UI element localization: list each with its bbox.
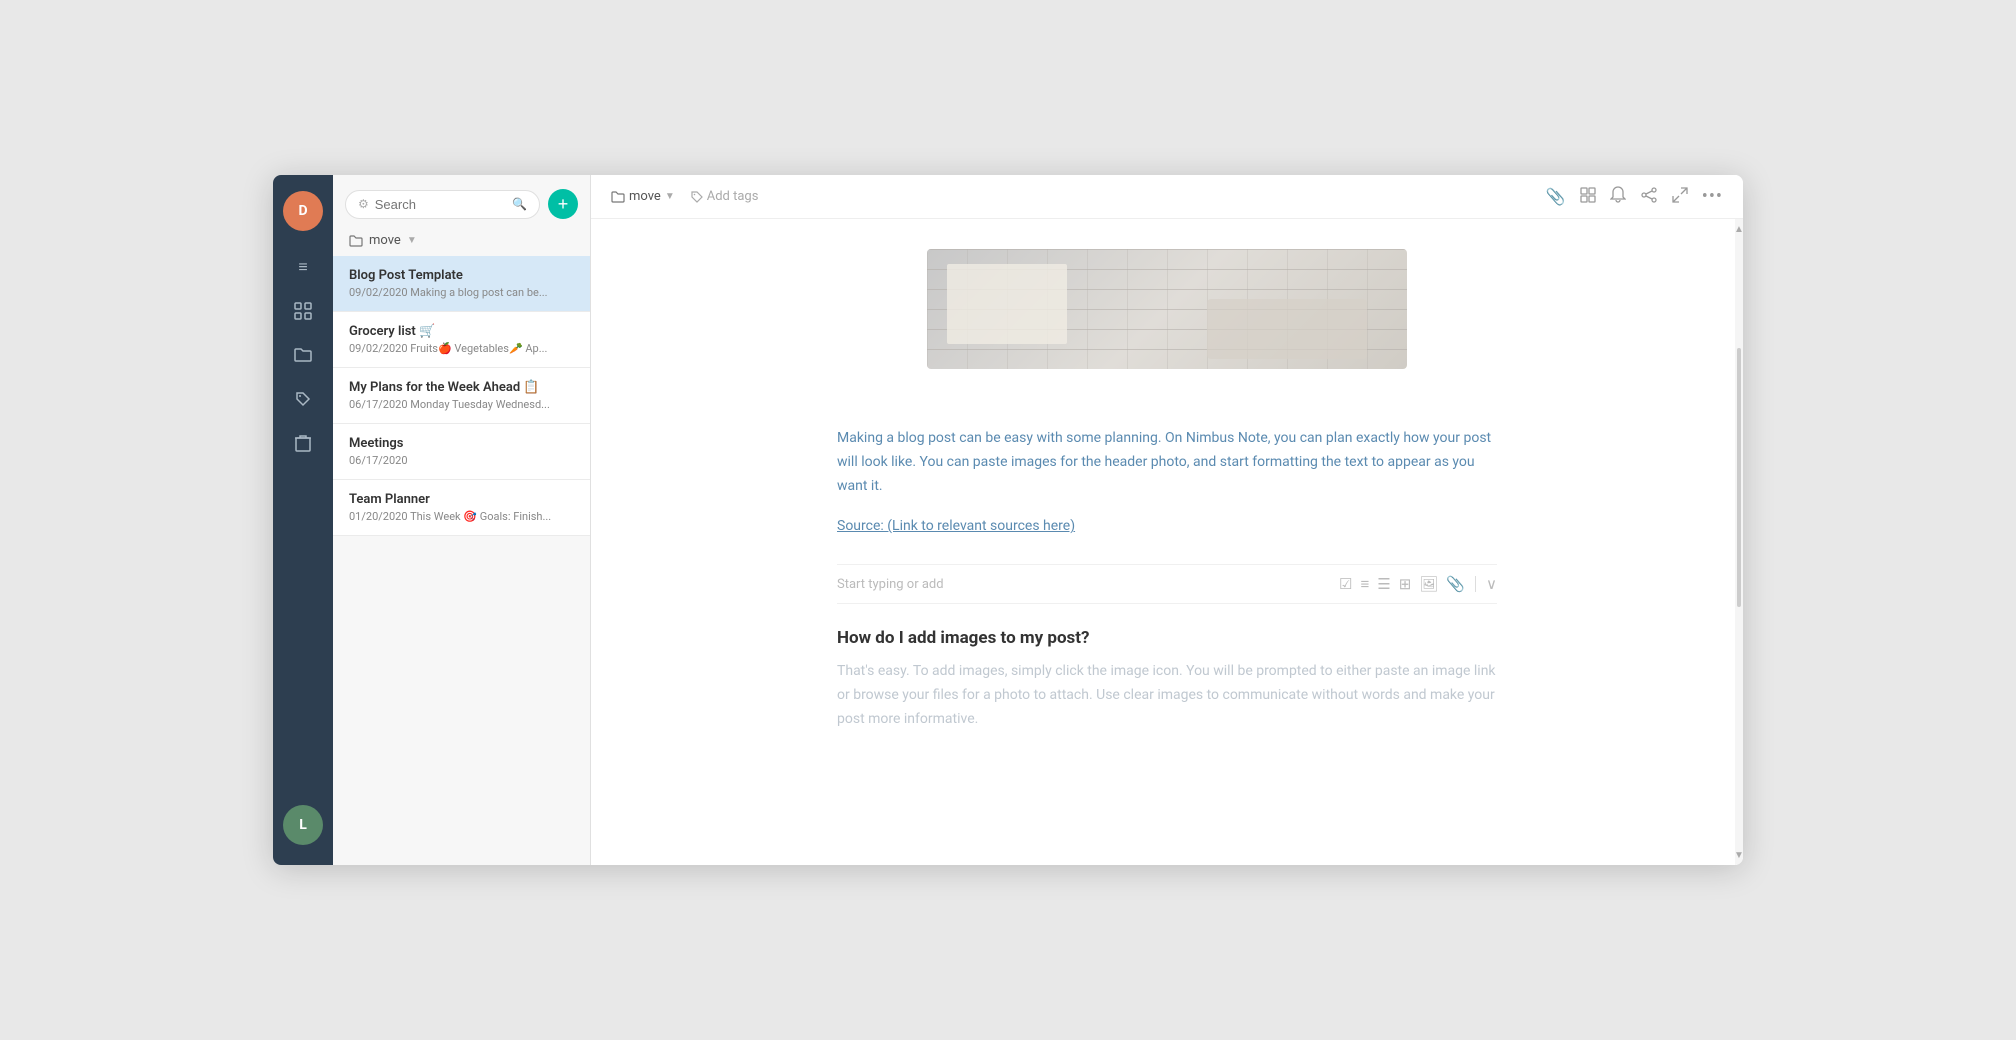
toolbar-right: 📎 [1546,186,1723,208]
user-avatar-top[interactable]: D [283,191,323,231]
folder-name-label: move [369,233,401,248]
folder-icon[interactable] [283,335,323,375]
search-icon: 🔍 [512,197,527,211]
breadcrumb-folder-name: move [629,189,661,204]
editor-header-image [927,249,1407,369]
tag-icon[interactable] [283,379,323,419]
scroll-up-arrow[interactable]: ▲ [1735,219,1743,239]
attach-icon[interactable]: 📎 [1546,187,1566,206]
more-icon[interactable]: ∨ [1486,575,1497,593]
trash-icon[interactable] [283,423,323,463]
chevron-down-icon: ▼ [407,235,417,246]
note-meta: 06/17/2020 [349,454,574,467]
editor-input-row[interactable]: Start typing or add ☑ ≡ ☰ ⊞ 🖼 📎 ∨ [837,564,1497,604]
editor-source-link[interactable]: Source: (Link to relevant sources here) [837,518,1497,534]
grid-view-icon[interactable] [1580,187,1596,207]
add-note-button[interactable]: + [548,189,578,219]
notes-header: ⚙ 🔍 + [333,175,590,227]
note-item-meetings[interactable]: Meetings 06/17/2020 [333,424,590,480]
editor-paragraph: Making a blog post can be easy with some… [837,427,1497,498]
expand-icon[interactable] [1672,187,1688,207]
more-options-icon[interactable]: ••• [1702,186,1723,207]
editor-body: Making a blog post can be easy with some… [837,427,1497,732]
folder-label[interactable]: move ▼ [333,227,590,256]
attachment-icon[interactable]: 📎 [1446,575,1465,593]
note-meta: 09/02/2020 Making a blog post can be... [349,286,574,299]
note-title: Blog Post Template [349,268,574,283]
share-icon[interactable] [1640,187,1658,207]
note-meta: 01/20/2020 This Week 🎯 Goals: Finish... [349,510,574,523]
toolbar-left: move ▼ Add tags [611,185,1536,208]
note-meta: 09/02/2020 Fruits🍎 Vegetables🥕 Ap... [349,342,574,355]
image-icon[interactable]: 🖼 [1419,575,1438,593]
bell-icon[interactable] [1610,186,1626,208]
note-meta: 06/17/2020 Monday Tuesday Wednesd... [349,398,574,411]
menu-icon[interactable]: ≡ [283,247,323,287]
add-tags-label: Add tags [707,189,759,204]
notes-list: Blog Post Template 09/02/2020 Making a b… [333,256,590,865]
toolbar-divider [1475,576,1476,592]
add-tags-button[interactable]: Add tags [683,185,767,208]
scrollbar-thumb[interactable] [1737,348,1741,606]
note-item-blog-post[interactable]: Blog Post Template 09/02/2020 Making a b… [333,256,590,312]
editor-heading: How do I add images to my post? [837,628,1497,648]
main-content: move ▼ Add tags 📎 [591,175,1743,865]
breadcrumb-folder[interactable]: move ▼ [611,189,675,204]
bullet-list-icon[interactable]: ☰ [1377,575,1390,593]
note-title: Grocery list 🛒 [349,324,574,339]
note-item-my-plans[interactable]: My Plans for the Week Ahead 📋 06/17/2020… [333,368,590,424]
editor-placeholder[interactable]: Start typing or add [837,577,1331,592]
note-title: Team Planner [349,492,574,507]
editor-toolbar-icons: ☑ ≡ ☰ ⊞ 🖼 📎 ∨ [1339,575,1497,593]
breadcrumb-chevron-icon: ▼ [665,191,675,202]
note-item-team-planner[interactable]: Team Planner 01/20/2020 This Week 🎯 Goal… [333,480,590,536]
ordered-list-icon[interactable]: ≡ [1360,575,1369,593]
notes-panel: ⚙ 🔍 + move ▼ Blog Post Template 09/02/20… [333,175,591,865]
search-bar[interactable]: ⚙ 🔍 [345,190,540,219]
scroll-down-arrow[interactable]: ▼ [1735,845,1743,865]
sidebar-icons: D ≡ [273,175,333,865]
filter-icon: ⚙ [358,197,369,211]
user-avatar-bottom[interactable]: L [283,805,323,845]
search-input[interactable] [375,197,506,212]
scrollbar-track[interactable]: ▲ ▼ [1735,219,1743,865]
note-title: Meetings [349,436,574,451]
main-toolbar: move ▼ Add tags 📎 [591,175,1743,219]
editor-subtext: That's easy. To add images, simply click… [837,660,1497,731]
app-window: D ≡ [273,175,1743,865]
checklist-icon[interactable]: ☑ [1339,575,1352,593]
note-item-grocery-list[interactable]: Grocery list 🛒 09/02/2020 Fruits🍎 Vegeta… [333,312,590,368]
grid-icon[interactable] [283,291,323,331]
table-icon[interactable]: ⊞ [1399,575,1412,593]
note-title: My Plans for the Week Ahead 📋 [349,380,574,395]
editor-area[interactable]: Making a blog post can be easy with some… [591,219,1743,865]
